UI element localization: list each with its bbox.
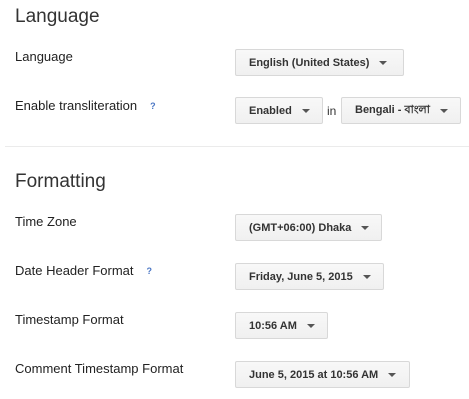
comment-timestamp-format-label: Comment Timestamp Format: [15, 361, 183, 376]
transliteration-script-value: Bengali - বাংলা: [355, 104, 430, 116]
language-section-title: Language: [15, 6, 100, 27]
timestamp-format-dropdown-value: 10:56 AM: [249, 319, 297, 332]
time-zone-dropdown-value: (GMT+06:00) Dhaka: [249, 221, 352, 234]
language-label: Language: [15, 49, 73, 64]
transliteration-dropdown[interactable]: Enabled: [235, 97, 323, 124]
date-header-format-label: Date Header Format ?: [15, 263, 152, 278]
date-header-format-dropdown-value: Friday, June 5, 2015: [249, 270, 353, 283]
time-zone-label-text: Time Zone: [15, 214, 77, 229]
chevron-down-icon: [439, 109, 448, 113]
timestamp-format-label-text: Timestamp Format: [15, 312, 124, 327]
timestamp-format-dropdown[interactable]: 10:56 AM: [235, 312, 328, 339]
date-header-format-dropdown[interactable]: Friday, June 5, 2015: [235, 263, 384, 290]
chevron-down-icon: [306, 324, 315, 328]
help-icon[interactable]: ?: [147, 266, 153, 276]
timestamp-format-label: Timestamp Format: [15, 312, 124, 327]
comment-timestamp-format-label-text: Comment Timestamp Format: [15, 361, 184, 376]
time-zone-dropdown[interactable]: (GMT+06:00) Dhaka: [235, 214, 382, 241]
in-label: in: [327, 104, 337, 118]
chevron-down-icon: [362, 275, 371, 279]
transliteration-label: Enable transliteration ?: [15, 98, 156, 113]
time-zone-label: Time Zone: [15, 214, 77, 229]
transliteration-script-dropdown[interactable]: Bengali - বাংলা: [341, 97, 461, 124]
chevron-down-icon: [388, 373, 397, 377]
help-icon[interactable]: ?: [150, 101, 156, 111]
formatting-section-title: Formatting: [15, 171, 106, 192]
language-dropdown-value: English (United States): [249, 56, 370, 69]
language-label-text: Language: [15, 49, 73, 64]
transliteration-label-text: Enable transliteration: [15, 98, 138, 113]
transliteration-dropdown-value: Enabled: [249, 104, 292, 117]
comment-timestamp-format-dropdown-value: June 5, 2015 at 10:56 AM: [249, 368, 379, 381]
chevron-down-icon: [379, 61, 388, 65]
date-header-format-label-text: Date Header Format: [15, 263, 134, 278]
language-dropdown[interactable]: English (United States): [235, 49, 404, 76]
chevron-down-icon: [361, 226, 370, 230]
comment-timestamp-format-dropdown[interactable]: June 5, 2015 at 10:56 AM: [235, 361, 410, 388]
section-divider: [5, 146, 469, 147]
chevron-down-icon: [301, 109, 310, 113]
